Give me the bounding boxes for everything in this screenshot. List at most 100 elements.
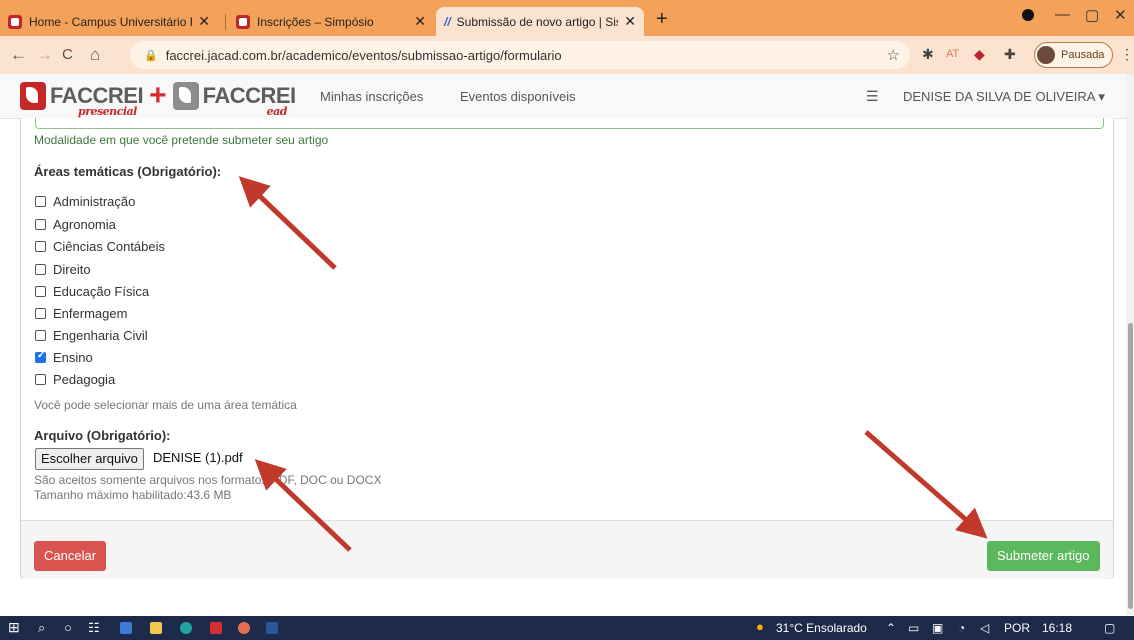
acrobat-icon[interactable] bbox=[210, 622, 222, 634]
wifi-icon[interactable]: ◔ bbox=[958, 621, 965, 635]
browser-tab-strip: Home - Campus Universitário FA ✕ Inscriç… bbox=[0, 0, 1134, 36]
checkbox-icon[interactable] bbox=[35, 308, 46, 319]
new-tab-button[interactable]: + bbox=[656, 8, 668, 31]
modalidade-help-text: Modalidade em que você pretende submeter… bbox=[34, 133, 329, 147]
lock-icon: 🔒 bbox=[144, 49, 158, 62]
task-view-icon[interactable]: ☷ bbox=[88, 620, 100, 636]
bookmark-star-icon[interactable]: ☆ bbox=[887, 46, 900, 64]
checkbox-label: Direito bbox=[53, 262, 91, 277]
checkbox-agronomia[interactable]: Agronomia bbox=[35, 217, 116, 232]
nav-eventos-disponiveis[interactable]: Eventos disponíveis bbox=[460, 89, 576, 104]
search-icon[interactable]: ⌕ bbox=[38, 620, 45, 636]
checkbox-icon[interactable] bbox=[35, 264, 46, 275]
action-center-icon[interactable]: ▢ bbox=[1104, 621, 1115, 635]
checkbox-icon[interactable] bbox=[35, 219, 46, 230]
profile-button[interactable]: Pausada bbox=[1034, 42, 1114, 68]
close-tab-icon[interactable]: ✕ bbox=[198, 13, 210, 30]
checkbox-icon[interactable] bbox=[35, 330, 46, 341]
checkbox-label: Ensino bbox=[53, 350, 93, 365]
volume-icon[interactable]: ◁ bbox=[980, 621, 989, 635]
checkbox-direito[interactable]: Direito bbox=[35, 262, 91, 277]
submit-article-button[interactable]: Submeter artigo bbox=[987, 541, 1100, 571]
checkbox-icon[interactable] bbox=[35, 374, 46, 385]
word-icon[interactable] bbox=[266, 622, 278, 634]
list-icon[interactable]: ☰ bbox=[866, 88, 879, 105]
forward-icon[interactable]: → bbox=[36, 45, 53, 65]
checkbox-label: Agronomia bbox=[53, 217, 116, 232]
close-tab-icon[interactable]: ✕ bbox=[414, 13, 426, 30]
tab-home[interactable]: Home - Campus Universitário FA ✕ bbox=[0, 7, 218, 36]
checkbox-pedagogia[interactable]: Pedagogia bbox=[35, 372, 115, 387]
brand-presencial: FACCREI presencial bbox=[50, 83, 144, 118]
scrollbar-thumb[interactable] bbox=[1128, 323, 1133, 609]
form-footer: Cancelar Submeter artigo bbox=[21, 520, 1113, 579]
faccrei-logo[interactable]: FACCREI presencial + FACCREI ead bbox=[20, 79, 297, 118]
address-bar[interactable]: 🔒 faccrei.jacad.com.br/academico/eventos… bbox=[130, 41, 910, 69]
selected-file-name: DENISE (1).pdf bbox=[153, 450, 243, 465]
cancel-button[interactable]: Cancelar bbox=[34, 541, 107, 571]
areas-tematicas-label: Áreas temáticas (Obrigatório): bbox=[34, 164, 222, 179]
puzzle-extensions-icon[interactable]: ✚ bbox=[1004, 46, 1016, 63]
brand-ead: FACCREI ead bbox=[203, 83, 297, 118]
back-icon[interactable]: ← bbox=[10, 45, 27, 65]
tab-separator bbox=[225, 14, 226, 30]
checkbox-ensino[interactable]: Ensino bbox=[35, 350, 93, 365]
cortana-icon[interactable]: ○ bbox=[64, 620, 72, 635]
tab-inscricoes[interactable]: Inscrições – Simpósio ✕ bbox=[228, 7, 434, 36]
modalidade-select[interactable] bbox=[35, 118, 1104, 129]
checkbox-enfermagem[interactable]: Enfermagem bbox=[35, 306, 127, 321]
edge-icon[interactable] bbox=[180, 622, 192, 634]
minimize-icon[interactable]: — bbox=[1055, 6, 1070, 23]
windows-taskbar: ⊞ ⌕ ○ ☷ ● 31°C Ensolarado ⌃ ▭ ▣ ◔ ◁ POR … bbox=[0, 616, 1134, 640]
checkbox-checked-icon[interactable] bbox=[35, 350, 46, 363]
checkbox-icon[interactable] bbox=[35, 196, 46, 207]
close-tab-icon[interactable]: ✕ bbox=[624, 13, 636, 30]
checkbox-label: Engenharia Civil bbox=[53, 328, 148, 343]
user-menu[interactable]: DENISE DA SILVA DE OLIVEIRA ▾ bbox=[903, 89, 1105, 105]
reload-icon[interactable]: C bbox=[62, 46, 73, 63]
tab-search-icon[interactable] bbox=[1022, 9, 1034, 21]
menu-kebab-icon[interactable]: ⋮ bbox=[1120, 46, 1134, 63]
extension-icon[interactable]: ✱ bbox=[922, 46, 934, 63]
choose-file-button[interactable]: Escolher arquivo bbox=[35, 448, 144, 470]
chevron-up-icon[interactable]: ⌃ bbox=[886, 621, 896, 635]
checkbox-label: Pedagogia bbox=[53, 372, 116, 387]
weather-sun-icon: ● bbox=[756, 619, 764, 634]
checkbox-label: Enfermagem bbox=[53, 306, 128, 321]
clock[interactable]: 16:18 bbox=[1042, 621, 1072, 635]
windows-start-icon[interactable]: ⊞ bbox=[8, 619, 20, 636]
tab-title: Submissão de novo artigo | Siste bbox=[456, 14, 619, 29]
faccrei-ead-logo-mark-icon bbox=[172, 82, 199, 110]
file-explorer-icon[interactable] bbox=[150, 622, 162, 634]
faccrei-favicon-icon bbox=[8, 14, 22, 29]
tab-title: Home - Campus Universitário FA bbox=[29, 14, 193, 29]
checkbox-icon[interactable] bbox=[35, 241, 46, 252]
profile-label: Pausada bbox=[1061, 49, 1105, 61]
chrome-icon[interactable] bbox=[238, 622, 250, 634]
checkbox-icon[interactable] bbox=[35, 286, 46, 297]
brand-subtitle: presencial bbox=[78, 105, 137, 118]
extension-at-icon[interactable]: AT bbox=[946, 48, 959, 60]
extension-badge-icon[interactable]: ◆ bbox=[974, 46, 985, 63]
home-icon[interactable]: ⌂ bbox=[90, 45, 100, 65]
mail-icon[interactable] bbox=[120, 622, 132, 634]
faccrei-logo-mark-icon bbox=[20, 82, 46, 110]
maximize-icon[interactable]: ▢ bbox=[1085, 6, 1099, 24]
brand-subtitle: ead bbox=[266, 105, 288, 118]
checkbox-label: Educação Física bbox=[53, 284, 150, 299]
file-size-help: Tamanho máximo habilitado:43.6 MB bbox=[34, 488, 232, 502]
network-icon[interactable]: ▭ bbox=[908, 621, 919, 635]
checkbox-label: Administração bbox=[53, 194, 136, 209]
arquivo-label: Arquivo (Obrigatório): bbox=[34, 428, 171, 443]
checkbox-educacao-fisica[interactable]: Educação Física bbox=[35, 284, 149, 299]
checkbox-administracao[interactable]: Administração bbox=[35, 194, 135, 209]
language-indicator[interactable]: POR bbox=[1004, 621, 1030, 635]
submission-form-panel: Modalidade em que você pretende submeter… bbox=[20, 118, 1114, 579]
window-close-icon[interactable]: ✕ bbox=[1114, 6, 1127, 24]
weather-text[interactable]: 31°C Ensolarado bbox=[776, 621, 867, 635]
checkbox-engenharia-civil[interactable]: Engenharia Civil bbox=[35, 328, 148, 343]
nav-minhas-inscricoes[interactable]: Minhas inscrições bbox=[320, 89, 423, 104]
checkbox-ciencias-contabeis[interactable]: Ciências Contábeis bbox=[35, 239, 165, 254]
notification-badge-icon[interactable]: ▣ bbox=[932, 621, 943, 635]
tab-submissao[interactable]: // Submissão de novo artigo | Siste ✕ bbox=[436, 7, 644, 36]
